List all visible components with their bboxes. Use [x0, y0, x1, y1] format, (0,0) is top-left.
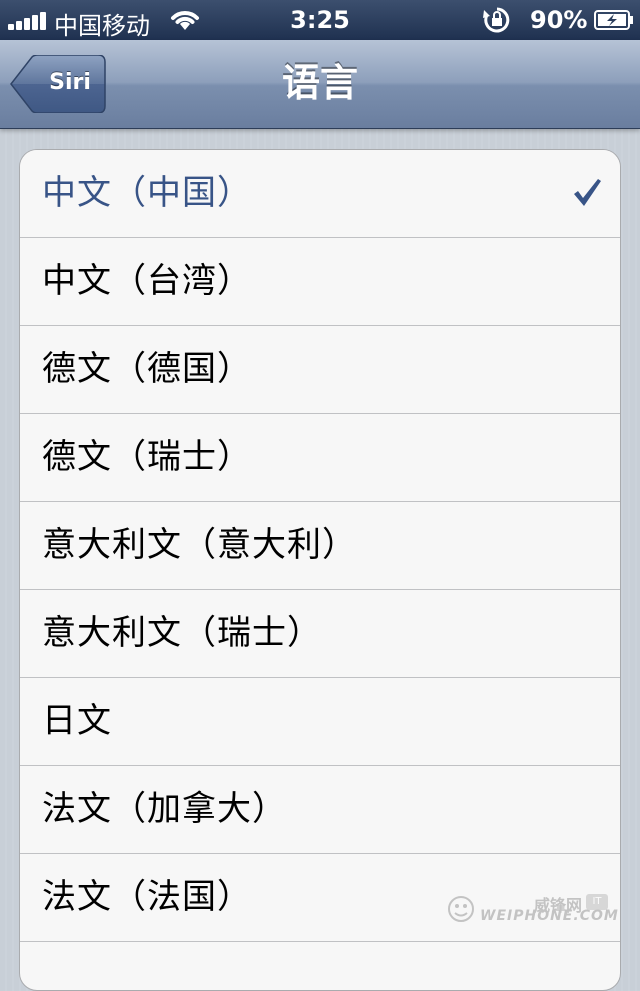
weiphone-logo-icon: [448, 896, 474, 922]
language-row-zh-tw[interactable]: 中文（台湾）: [20, 238, 620, 326]
status-bar: 中国移动 3:25 90%: [0, 0, 640, 40]
back-button-label: Siri: [49, 70, 91, 95]
language-label: 法文（法国）: [42, 877, 252, 917]
watermark-url: WEIPHONE.COM: [480, 908, 619, 924]
navigation-bar: Siri 语言: [0, 40, 640, 129]
language-label: 德文（瑞士）: [42, 437, 252, 477]
rotation-lock-icon: [483, 7, 510, 33]
language-label: 中文（台湾）: [42, 261, 252, 301]
language-row-de-de[interactable]: 德文（德国）: [20, 326, 620, 414]
language-row-it-ch[interactable]: 意大利文（瑞士）: [20, 590, 620, 678]
language-row-zh-cn[interactable]: 中文（中国）: [20, 150, 620, 238]
language-label: 意大利文（意大利）: [42, 525, 357, 565]
language-row-it-it[interactable]: 意大利文（意大利）: [20, 502, 620, 590]
watermark: 威锋网 IT WEIPHONE.COM: [446, 890, 619, 930]
language-row-fr-ca[interactable]: 法文（加拿大）: [20, 766, 620, 854]
language-list: 中文（中国） 中文（台湾） 德文（德国） 德文（瑞士） 意大利文（意大利） 意大…: [19, 149, 621, 991]
language-label: 日文: [42, 701, 112, 741]
language-row-ja[interactable]: 日文: [20, 678, 620, 766]
checkmark-icon: [574, 179, 601, 206]
back-button[interactable]: Siri: [10, 55, 106, 113]
language-row-de-ch[interactable]: 德文（瑞士）: [20, 414, 620, 502]
page-title: 语言: [281, 61, 358, 105]
language-label: 中文（中国）: [42, 173, 252, 213]
battery-percentage: 90%: [530, 6, 588, 34]
language-label: 意大利文（瑞士）: [42, 613, 322, 653]
language-label: 法文（加拿大）: [42, 789, 287, 829]
battery-charging-icon: [594, 10, 633, 30]
language-label: 德文（德国）: [42, 349, 252, 389]
